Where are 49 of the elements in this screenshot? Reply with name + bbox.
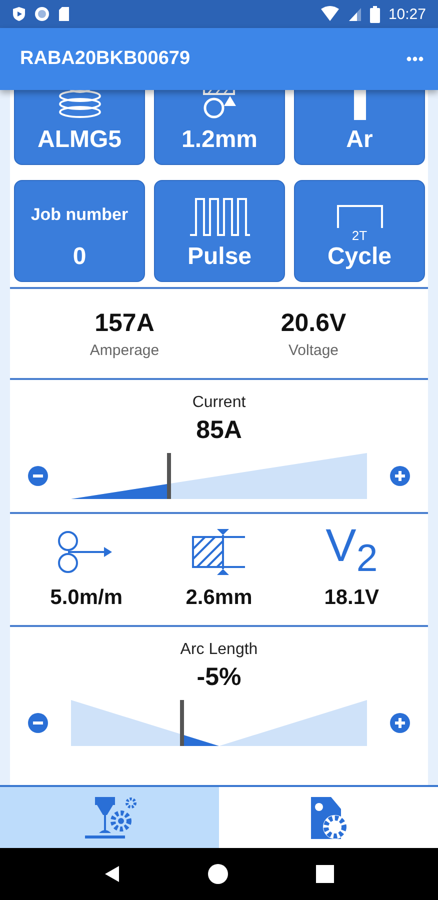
tile-value: 0 bbox=[72, 243, 86, 271]
slider-thumb[interactable] bbox=[180, 700, 184, 746]
material-thickness-icon bbox=[190, 529, 247, 575]
tile-value: ALMG5 bbox=[38, 126, 122, 154]
reading-value: 20.6V bbox=[280, 309, 346, 338]
parameter-tile[interactable]: 2T Cycle bbox=[294, 180, 425, 282]
minus-button-icon[interactable] bbox=[28, 713, 48, 733]
tile-value: Cycle bbox=[327, 243, 392, 271]
app-title: RABA20BKB00679 bbox=[20, 48, 192, 70]
parameter-tile[interactable]: Ar bbox=[294, 90, 425, 165]
tile-value: Ar bbox=[346, 126, 373, 154]
parameter-tile[interactable]: ALMG5 bbox=[14, 90, 145, 165]
parameter-tile[interactable]: Pulse bbox=[154, 180, 285, 282]
more-menu-icon[interactable] bbox=[406, 56, 424, 62]
reading-value: 157A bbox=[94, 309, 154, 338]
signal-icon bbox=[348, 6, 362, 22]
parameter-value: 2.6mm bbox=[186, 586, 252, 610]
minus-button-icon[interactable] bbox=[28, 466, 48, 486]
tile-label: Job number bbox=[30, 205, 128, 225]
shield-icon bbox=[12, 6, 26, 22]
parameter-value: 5.0m/m bbox=[50, 586, 123, 610]
nav-tab[interactable] bbox=[0, 787, 219, 848]
slider-title: Arc Length bbox=[180, 641, 258, 659]
tile-value: 1.2mm bbox=[181, 126, 258, 154]
parameter-value: 18.1V bbox=[324, 586, 380, 610]
wifi-icon bbox=[320, 6, 340, 22]
back-icon[interactable] bbox=[104, 865, 120, 883]
slider-value: -5% bbox=[196, 663, 242, 692]
plus-button-icon[interactable] bbox=[390, 713, 410, 733]
slider-track[interactable] bbox=[71, 700, 367, 746]
plus-button-icon[interactable] bbox=[390, 466, 410, 486]
battery-icon bbox=[370, 6, 380, 22]
parameter-tile[interactable]: 1.2mm bbox=[154, 90, 285, 165]
slider-value: 85A bbox=[196, 416, 242, 445]
sd-card-icon bbox=[58, 6, 70, 22]
record-icon bbox=[34, 6, 50, 22]
voltage-symbol: V$_{2}$ bbox=[326, 518, 378, 582]
reading-label: Amperage bbox=[90, 342, 160, 359]
reading-label: Voltage bbox=[288, 342, 339, 359]
wire-feed-icon bbox=[58, 530, 114, 574]
mode-label: 2T bbox=[352, 228, 368, 243]
pulse-wave-icon bbox=[188, 195, 252, 237]
home-icon[interactable] bbox=[208, 864, 228, 884]
parameter-tile[interactable]: Job number 0 bbox=[14, 180, 145, 282]
status-time: 10:27 bbox=[388, 6, 426, 22]
slider-title: Current bbox=[192, 394, 246, 412]
document-gear-icon bbox=[308, 794, 348, 840]
tile-value: Pulse bbox=[187, 243, 252, 271]
slider-thumb[interactable] bbox=[167, 453, 171, 499]
